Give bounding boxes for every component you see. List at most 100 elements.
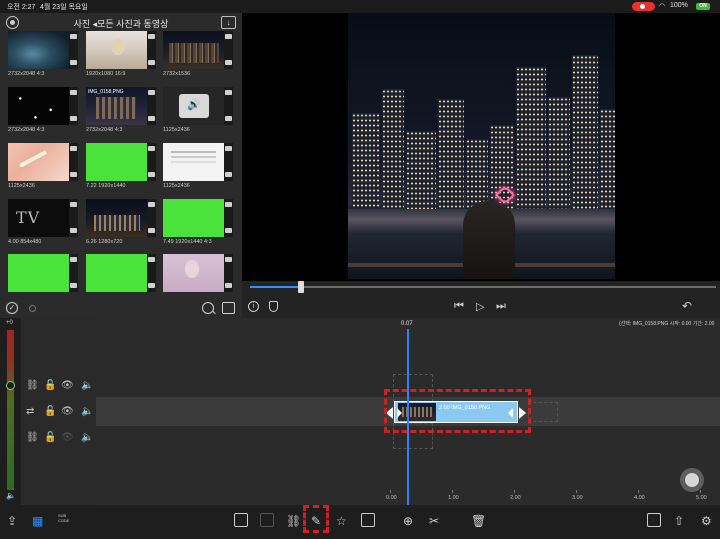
link-icon[interactable]: ⛓ [26, 380, 39, 391]
thumbnail-caption: 2732x2048 4:3 [8, 71, 45, 77]
thumbnail-image [86, 143, 147, 181]
scrub-bar[interactable] [242, 281, 720, 293]
ruler-label: 2.00 [510, 495, 521, 501]
undo-icon[interactable]: ↶ [682, 299, 692, 313]
thumbnail-caption: 7.22 1920x1440 [86, 183, 126, 189]
media-type-icon [70, 146, 77, 151]
trash-icon[interactable]: 🗑 [471, 514, 486, 528]
speaker-icon[interactable]: 🔈 [81, 406, 93, 417]
transport-controls: i ⏮ ▷ ⏭ ↶ [242, 293, 720, 318]
thumbnail-image [8, 31, 69, 69]
meter-top-label: +0 [6, 320, 13, 326]
media-thumbnail[interactable]: IMG_0158.PNG 2732x2048 4:3 [86, 87, 156, 143]
ruler-label: 1.00 [448, 495, 459, 501]
master-speaker-icon[interactable]: 🔈 [6, 491, 16, 500]
transition-icon[interactable]: ⇄ [26, 406, 34, 417]
add-media-icon[interactable] [234, 513, 248, 527]
eye-icon[interactable]: 👁 [61, 432, 74, 443]
speaker-icon[interactable]: 🔈 [81, 380, 93, 391]
sub-code-label[interactable]: SUB CODE [58, 513, 78, 523]
cloud-icon [148, 60, 155, 65]
timeline[interactable]: 0.07 (선택: IMG_0158.PNG 시작: 0.00 기간: 2.00… [96, 318, 720, 505]
lock-icon[interactable]: 🔓 [44, 432, 56, 443]
share-icon[interactable]: ⇧ [674, 514, 684, 528]
empty-slot[interactable] [528, 402, 558, 422]
scissors-icon[interactable]: ✂ [429, 514, 439, 528]
ruler-tick [452, 490, 453, 493]
pin-icon[interactable] [269, 301, 278, 312]
pencil-selection-highlight [303, 505, 329, 533]
media-thumbnail[interactable]: 2732x1536 [163, 31, 233, 87]
export-button[interactable]: ↓ [221, 16, 236, 29]
filter-icon[interactable] [222, 302, 235, 314]
media-type-icon [225, 257, 232, 262]
add-icon[interactable]: ⊕ [403, 514, 413, 528]
preview-viewer[interactable] [242, 13, 720, 281]
skip-to-start-icon[interactable]: ⏮ [454, 300, 464, 313]
clip-info: (선택: IMG_0158.PNG 시작: 0.00 기간: 2.00 [619, 321, 715, 327]
eye-icon[interactable]: 👁 [61, 406, 74, 417]
link-icon[interactable]: ⛓ [26, 432, 39, 443]
media-thumbnail[interactable]: 6.26 1280x720 [86, 199, 156, 255]
scrub-track[interactable] [250, 286, 716, 288]
media-thumbnail[interactable]: 1125x2436 [163, 143, 233, 199]
select-check-icon[interactable]: ✓ [6, 302, 18, 314]
cloud-icon [225, 172, 232, 177]
media-thumbnail[interactable]: 2732x2048 4:3 [8, 87, 78, 143]
favorite-icon[interactable]: ☆ [336, 514, 347, 528]
media-browser-panel: 사진 ◂모든 사진과 동영상 ↓ 2732x2048 4:3 1920x1080 … [0, 13, 242, 318]
cloud-icon [148, 283, 155, 288]
thumbnail-caption: 1125x2436 [163, 183, 190, 189]
grid-icon[interactable]: ▦ [32, 514, 43, 528]
cloud-icon [70, 116, 77, 121]
assistive-touch-button[interactable] [680, 468, 704, 492]
media-thumbnail[interactable]: 1125x2436 [163, 87, 233, 143]
search-icon[interactable] [202, 302, 214, 314]
media-browser-title[interactable]: 사진 ◂모든 사진과 동영상 [0, 17, 242, 30]
export-icon[interactable]: ⇪ [7, 514, 17, 528]
time-ruler[interactable]: 0.00 1.00 2.00 3.00 4.00 5.00 [386, 490, 720, 505]
ruler-tick [390, 490, 391, 493]
cloud-icon [148, 228, 155, 233]
ruler-tick [700, 490, 701, 493]
eye-icon[interactable]: 👁 [61, 380, 74, 391]
cloud-icon [70, 228, 77, 233]
play-icon[interactable]: ▷ [476, 300, 484, 313]
fx-icon[interactable] [260, 513, 274, 527]
cloud-icon [225, 60, 232, 65]
cloud-icon [70, 60, 77, 65]
lock-icon[interactable]: 🔓 [44, 380, 56, 391]
skip-to-end-icon[interactable]: ⏭ [496, 300, 506, 313]
track-row-2: ⇄ 🔓 👁 🔈 [21, 399, 96, 425]
playhead[interactable] [407, 329, 409, 505]
media-browser-footer: ✓ [0, 299, 242, 318]
layout-icon[interactable] [647, 513, 661, 527]
master-volume-knob[interactable] [6, 381, 15, 390]
thumbnail-image [8, 87, 69, 125]
link-icon[interactable]: ⛓ [286, 514, 301, 528]
speaker-icon[interactable]: 🔈 [81, 432, 93, 443]
media-thumbnail[interactable]: 1125x2436 [8, 143, 78, 199]
settings-icon[interactable]: ⚙ [701, 514, 712, 528]
media-thumbnail[interactable]: 7.22 1920x1440 [86, 143, 156, 199]
media-type-icon [148, 90, 155, 95]
scrub-handle[interactable] [298, 281, 305, 293]
screen-recording-icon[interactable] [632, 2, 655, 11]
thumbnail-caption: 1920x1080 16:9 [86, 71, 126, 77]
thumbnail-image [8, 143, 69, 181]
media-type-icon [70, 90, 77, 95]
text-box-icon[interactable] [361, 513, 375, 527]
ruler-tick [514, 490, 515, 493]
record-icon[interactable] [29, 305, 36, 312]
info-icon[interactable]: i [248, 301, 259, 312]
media-thumbnail[interactable]: 7.49 1920x1440 4:3 [163, 199, 233, 255]
media-thumbnail[interactable]: 4.00 854x480 [8, 199, 78, 255]
media-thumbnail[interactable]: 2732x2048 4:3 [8, 31, 78, 87]
thumbnail-caption: 7.49 1920x1440 4:3 [163, 239, 212, 245]
cloud-icon [70, 172, 77, 177]
media-type-icon [148, 34, 155, 39]
thumbnail-image [163, 31, 224, 69]
lock-icon[interactable]: 🔓 [44, 406, 56, 417]
media-thumbnail[interactable]: 1920x1080 16:9 [86, 31, 156, 87]
ruler-tick [638, 490, 639, 493]
